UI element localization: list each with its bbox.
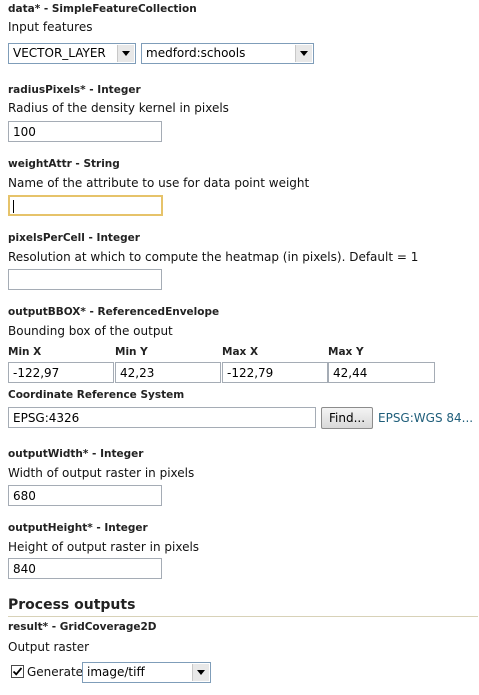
weight-attr-input[interactable] <box>8 195 163 216</box>
result-description: Output raster <box>8 640 90 654</box>
width-param-label: outputWidth* - Integer <box>8 448 144 460</box>
output-format-select-value: image/tiff <box>87 665 145 679</box>
weight-param-description: Name of the attribute to use for data po… <box>8 176 310 190</box>
chevron-down-icon <box>192 664 209 681</box>
weight-param-label: weightAttr - String <box>8 158 120 170</box>
input-type-select-value: VECTOR_LAYER <box>13 46 106 60</box>
generate-checkbox[interactable] <box>11 665 24 678</box>
chevron-down-icon <box>117 45 134 62</box>
radius-pixels-input[interactable] <box>8 121 162 142</box>
pixels-param-description: Resolution at which to compute the heatm… <box>8 250 419 264</box>
layer-select[interactable]: medford:schools <box>141 43 314 64</box>
section-divider <box>8 616 478 617</box>
radius-param-description: Radius of the density kernel in pixels <box>8 101 229 115</box>
max-y-header: Max Y <box>328 346 364 358</box>
crs-description-link[interactable]: EPSG:WGS 84... <box>378 411 473 425</box>
height-param-label: outputHeight* - Integer <box>8 522 148 534</box>
bbox-param-label: outputBBOX* - ReferencedEnvelope <box>8 306 220 318</box>
max-x-header: Max X <box>222 346 259 358</box>
min-y-header: Min Y <box>115 346 148 358</box>
output-format-select[interactable]: image/tiff <box>82 662 211 683</box>
output-width-input[interactable] <box>8 485 162 506</box>
process-outputs-title: Process outputs <box>8 597 136 613</box>
pixels-per-cell-input[interactable] <box>8 269 162 290</box>
bbox-param-description: Bounding box of the output <box>8 324 173 338</box>
max-x-input[interactable] <box>222 362 328 383</box>
generate-label: Generate <box>27 665 84 679</box>
data-param-label: data* - SimpleFeatureCollection <box>8 3 197 15</box>
min-x-input[interactable] <box>8 362 114 383</box>
text-caret <box>13 200 14 213</box>
layer-select-value: medford:schools <box>146 46 246 60</box>
input-type-select[interactable]: VECTOR_LAYER <box>8 43 136 64</box>
crs-label: Coordinate Reference System <box>8 389 185 401</box>
find-crs-button[interactable]: Find... <box>321 407 373 429</box>
min-y-input[interactable] <box>115 362 221 383</box>
checkmark-icon <box>12 667 23 676</box>
data-param-description: Input features <box>8 20 93 34</box>
pixels-param-label: pixelsPerCell - Integer <box>8 232 140 244</box>
max-y-input[interactable] <box>328 362 435 383</box>
radius-param-label: radiusPixels* - Integer <box>8 84 141 96</box>
height-param-description: Height of output raster in pixels <box>8 540 200 554</box>
min-x-header: Min X <box>8 346 42 358</box>
crs-input[interactable] <box>8 407 316 428</box>
output-height-input[interactable] <box>8 558 162 579</box>
result-label: result* - GridCoverage2D <box>8 621 157 633</box>
width-param-description: Width of output raster in pixels <box>8 466 195 480</box>
chevron-down-icon <box>295 45 312 62</box>
